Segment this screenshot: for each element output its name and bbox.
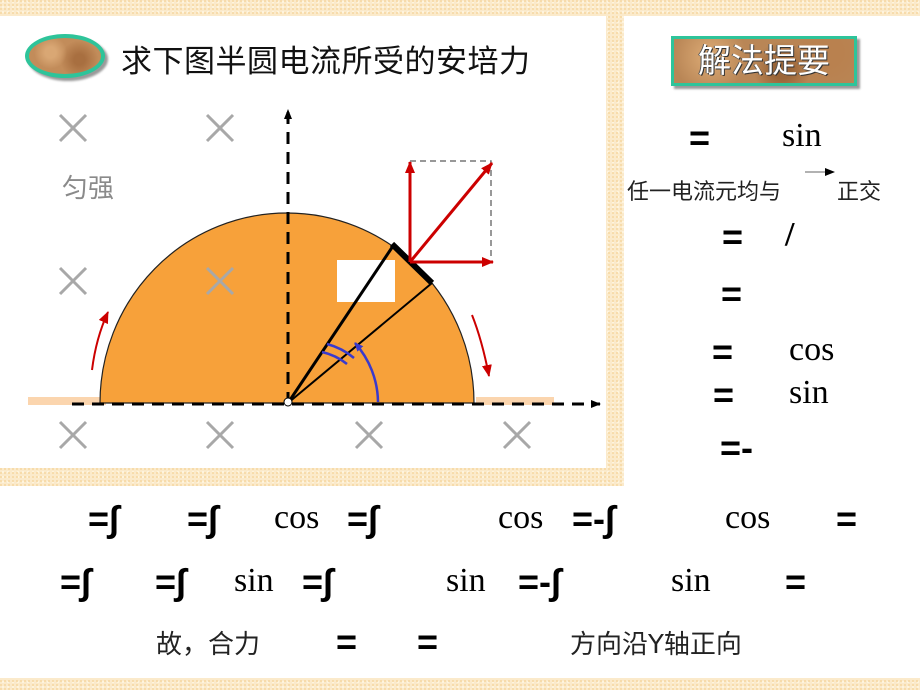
eq-1: = [689,117,711,158]
op-2: / [785,216,795,253]
r1-eq-1: =∫ [88,498,119,539]
r1-fn-3: cos [725,499,771,536]
fn-1: sin [782,117,822,154]
field-cross-icon [502,420,532,450]
r2-eq-2: =∫ [155,561,186,602]
fn-4: cos [789,331,835,368]
r1-fn-1: cos [274,499,320,536]
r1-eq-4: =-∫ [572,498,615,539]
conclusion-eq-1: = [336,621,358,662]
field-cross-icon [58,420,88,450]
orthogonal-note: 任一电流元均与 [627,180,782,205]
field-cross-icon [58,266,88,296]
r2-eq-4: =-∫ [518,561,561,602]
field-cross-icon [205,420,235,450]
current-direction-arrow-right [471,314,492,377]
field-label: 匀强 [62,174,115,204]
r1-eq-2: =∫ [187,498,218,539]
eq-4: = [712,331,734,372]
eq-5: = [713,374,735,415]
conclusion-eq-2: = [417,621,439,662]
origin-point [283,397,293,407]
fn-5: sin [789,374,829,411]
eq-6: =- [720,427,754,468]
field-cross-icon [205,113,235,143]
r2-eq-1: =∫ [60,561,91,602]
field-cross-icon [58,113,88,143]
orthogonal-note-tail: 正交 [837,180,882,205]
r2-fn-2: sin [446,562,486,599]
r2-eq-5: = [785,561,807,602]
r1-eq-5: = [836,498,858,539]
r1-eq-3: =∫ [347,498,378,539]
eq-3: = [721,273,743,314]
field-cross-icon [354,420,384,450]
r2-fn-1: sin [234,562,274,599]
eq-2: = [722,216,744,257]
label-box [337,260,395,302]
r2-fn-3: sin [671,562,711,599]
r2-eq-3: =∫ [302,561,333,602]
conclusion-prefix: 故，合力 [156,630,261,660]
force-dF-arrow [408,162,494,263]
r1-fn-2: cos [498,499,544,536]
conclusion-direction: 方向沿Y轴正向 [570,630,742,660]
